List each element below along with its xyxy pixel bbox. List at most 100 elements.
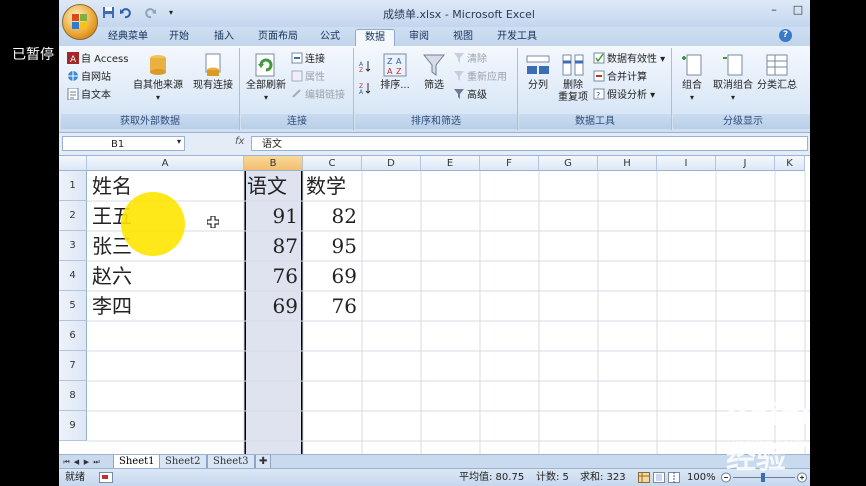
advanced-filter-button[interactable]: 高级 [453, 88, 487, 104]
filter-label: 筛选 [424, 80, 444, 91]
cell-c2[interactable]: 82 [305, 201, 357, 231]
cell-c4[interactable]: 69 [305, 261, 357, 291]
group-get-external-data: A 自 Access 自网站 自文本 自其他来源 ▾ 现有连接 获取外部数据 [61, 48, 240, 130]
status-ready: 就绪 [65, 472, 85, 483]
tab-formulas[interactable]: 公式 [312, 29, 348, 46]
save-icon[interactable] [102, 6, 115, 19]
ungroup-button[interactable]: 取消组合 ▾ [711, 52, 755, 104]
name-box-dropdown-icon[interactable]: ▾ [177, 137, 181, 146]
sort-label: 排序... [380, 80, 410, 91]
office-button[interactable] [62, 4, 98, 40]
page-layout-view-icon[interactable] [653, 472, 665, 483]
sort-ascending-button[interactable]: AZ [359, 60, 373, 76]
tab-page-layout[interactable]: 页面布局 [250, 29, 306, 46]
filter-button[interactable]: 筛选 [417, 52, 451, 92]
subtotal-button[interactable]: 分类汇总 [755, 52, 799, 92]
web-icon [68, 71, 78, 81]
reapply-label: 重新应用 [467, 72, 507, 83]
reapply-button[interactable]: 重新应用 [453, 70, 507, 86]
last-sheet-icon[interactable]: ⏭ [92, 457, 101, 467]
prev-sheet-icon[interactable]: ◀ [72, 457, 81, 467]
next-sheet-icon[interactable]: ▶ [82, 457, 91, 467]
title-bar: ▾ 成绩单.xlsx - Microsoft Excel – □ [59, 0, 810, 27]
existing-connections-button[interactable]: 现有连接 [189, 52, 237, 92]
sort-descending-button[interactable]: ZA [359, 82, 373, 98]
remove-duplicates-label-2: 重复项 [558, 92, 588, 103]
edit-links-label: 编辑链接 [305, 90, 345, 101]
from-web-button[interactable]: 自网站 [67, 70, 111, 86]
cell-b3[interactable]: 87 [246, 231, 298, 261]
cell-a4[interactable]: 赵六 [92, 261, 132, 291]
macro-record-icon[interactable] [99, 472, 113, 483]
svg-text:Z: Z [359, 67, 363, 72]
insert-sheet-icon[interactable]: ✚ [255, 455, 272, 469]
cell-b5[interactable]: 69 [246, 291, 298, 321]
sheet-tab-sheet1[interactable]: Sheet1 [113, 455, 161, 469]
name-box[interactable]: B1 [62, 136, 185, 151]
tab-home[interactable]: 开始 [161, 29, 197, 46]
insert-function-icon[interactable]: fx [235, 136, 244, 147]
cell-a1[interactable]: 姓名 [92, 171, 132, 201]
from-text-button[interactable]: 自文本 [67, 88, 111, 104]
first-sheet-icon[interactable]: ⏮ [62, 457, 71, 467]
tab-developer[interactable]: 开发工具 [489, 29, 545, 46]
subtotal-label: 分类汇总 [757, 80, 797, 91]
cursor-highlight [121, 192, 185, 256]
text-to-columns-button[interactable]: 分列 [521, 52, 555, 92]
cell-c1[interactable]: 数学 [306, 171, 346, 201]
other-sources-label: 自其他来源 [133, 80, 183, 91]
paused-label: 已暂停 [12, 47, 54, 63]
tab-view[interactable]: 视图 [445, 29, 481, 46]
group-button[interactable]: 组合 ▾ [675, 52, 709, 104]
database-icon [150, 55, 166, 75]
refresh-all-button[interactable]: 全部刷新 ▾ [243, 52, 289, 104]
properties-icon [291, 70, 303, 82]
split-label: 分列 [528, 80, 548, 91]
svg-text:A: A [387, 67, 393, 76]
ribbon-tabs: 经典菜单 开始 插入 页面布局 公式 数据 审阅 视图 开发工具 ? [59, 27, 810, 47]
sheet-tab-sheet2[interactable]: Sheet2 [159, 455, 207, 469]
qat-dropdown-icon[interactable]: ▾ [169, 6, 182, 19]
group-icon [682, 54, 702, 76]
sheet-tab-bar: ⏮ ◀ ▶ ⏭ Sheet1 Sheet2 Sheet3 ✚ [59, 454, 810, 469]
minimize-button[interactable]: – [763, 2, 785, 18]
tab-insert[interactable]: 插入 [206, 29, 242, 46]
undo-icon[interactable] [119, 6, 132, 19]
refresh-all-label: 全部刷新 [246, 80, 286, 91]
other-sources-button[interactable]: 自其他来源 ▾ [131, 52, 185, 104]
clear-filter-button[interactable]: 清除 [453, 52, 487, 68]
connections-button[interactable]: 连接 [291, 52, 325, 68]
what-if-label: 假设分析 [607, 90, 647, 101]
restore-button[interactable]: □ [787, 2, 809, 18]
cell-b4[interactable]: 76 [246, 261, 298, 291]
sheet-tab-sheet3[interactable]: Sheet3 [207, 455, 255, 469]
page-break-view-icon[interactable] [668, 472, 680, 483]
what-if-analysis-button[interactable]: ? 假设分析 ▾ [593, 88, 655, 104]
normal-view-icon[interactable] [638, 472, 650, 483]
from-access-label: 自 Access [81, 54, 129, 65]
svg-text:A: A [396, 57, 402, 66]
help-icon[interactable]: ? [779, 29, 792, 42]
edit-links-button[interactable]: 编辑链接 [291, 88, 345, 104]
remove-duplicates-button[interactable]: 删除 重复项 [555, 52, 591, 104]
tab-review[interactable]: 审阅 [401, 29, 437, 46]
redo-icon[interactable] [144, 6, 157, 19]
cell-b1[interactable]: 语文 [247, 171, 287, 201]
status-count: 计数: 5 [536, 472, 569, 483]
formula-input[interactable]: 语文 [251, 136, 808, 151]
cell-c3[interactable]: 95 [305, 231, 357, 261]
properties-button[interactable]: 属性 [291, 70, 325, 86]
cell-a5[interactable]: 李四 [92, 291, 132, 321]
tab-classic-menu[interactable]: 经典菜单 [103, 29, 153, 46]
tab-data[interactable]: 数据 [355, 29, 395, 47]
sort-button[interactable]: ZAAZ 排序... [375, 52, 415, 92]
status-bar: 就绪 平均值: 80.75 计数: 5 求和: 323 100% [59, 468, 810, 486]
ungroup-label: 取消组合 [713, 80, 753, 91]
consolidate-icon [593, 70, 605, 82]
cell-b2[interactable]: 91 [246, 201, 298, 231]
from-access-button[interactable]: A 自 Access [67, 52, 128, 68]
cell-c5[interactable]: 76 [305, 291, 357, 321]
consolidate-button[interactable]: 合并计算 [593, 70, 647, 86]
zoom-level[interactable]: 100% [687, 469, 716, 486]
data-validation-button[interactable]: 数据有效性 ▾ [593, 52, 665, 68]
